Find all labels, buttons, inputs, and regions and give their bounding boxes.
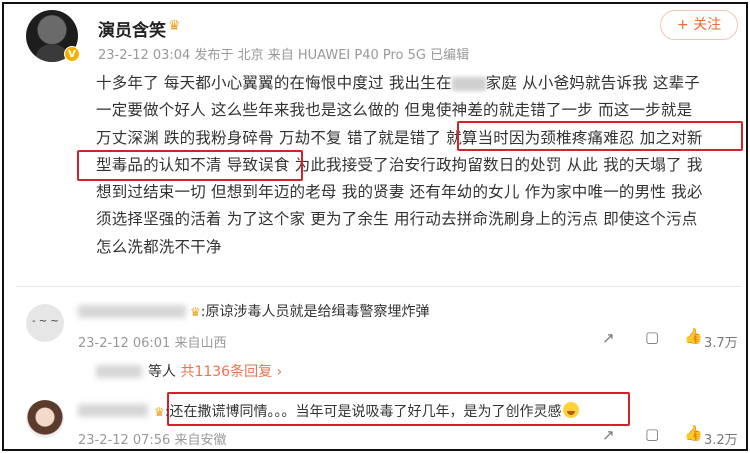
post-line: 十多年了 每天都小心翼翼的在悔恨中度过 我出生在 家庭 从小爸妈就告诉我 这辈子	[96, 74, 701, 92]
screenshot-frame: V 演员含笑 ♛ 23-2-12 03:04 发布于 北京 来自 HUAWEI …	[2, 2, 748, 451]
divider	[16, 286, 742, 287]
post-body: 十多年了 每天都小心翼翼的在悔恨中度过 我出生在 家庭 从小爸妈就告诉我 这辈子 …	[96, 70, 746, 261]
like-icon[interactable]: 👍	[684, 424, 703, 442]
chevron-right-icon: ›	[276, 364, 283, 380]
comment-text: ♛:原谅涉毒人员就是给缉毒警察埋炸弹	[190, 304, 430, 320]
comment-icon[interactable]: ▢	[645, 328, 659, 346]
crown-icon: ♛	[168, 18, 181, 34]
commenter-name-redacted	[78, 305, 186, 318]
commenter-avatar[interactable]	[26, 400, 64, 438]
share-icon[interactable]: ↗	[602, 329, 615, 347]
replier-name-redacted	[96, 365, 142, 378]
post-line: 万丈深渊 跌的我粉身碎骨 万劫不复 错了就是错了 就算当时因为颈椎疼痛难忍 加之…	[96, 128, 703, 147]
post-meta: 23-2-12 03:04 发布于 北京 来自 HUAWEI P40 Pro 5…	[98, 48, 470, 63]
follow-button[interactable]: + 关注	[660, 10, 738, 40]
crown-icon: ♛	[190, 305, 201, 319]
commenter-avatar[interactable]	[26, 304, 64, 342]
redacted-text	[451, 76, 486, 91]
verified-badge-icon: V	[64, 46, 80, 62]
post-line: 怎么洗都洗不干净	[96, 237, 222, 256]
comment-icon[interactable]: ▢	[645, 425, 659, 443]
post-line: 一定要做个好人 这么些年来我也是这么做的 但鬼使神差的就走错了一步 而这一步就是	[96, 101, 693, 120]
commenter-name-redacted	[78, 404, 148, 417]
author-name[interactable]: 演员含笑	[98, 16, 166, 41]
post-line: 型毒品的认知不清 导致误食 为此我接受了治安行政拘留数日的处罚 从此 我的天塌了…	[96, 155, 703, 174]
comment-text: ♛:还在撒谎博同情。。。当年可是说吸毒了好几年，是为了创作灵感	[154, 401, 580, 421]
post-line: 想到过结束一切 但想到年迈的老母 我的贤妻 还有年幼的女儿 作为家中唯一的男性 …	[96, 183, 703, 202]
post-line: 须选择坚强的活着 为了这个家 更为了余生 用行动去拼命洗刷身上的污点 即使这个污…	[96, 210, 698, 229]
like-count: 3.2万	[704, 433, 738, 448]
like-count: 3.7万	[704, 336, 738, 351]
like-icon[interactable]: 👍	[684, 327, 703, 345]
crown-icon: ♛	[154, 405, 165, 419]
comment-meta: 23-2-12 07:56 来自安徽	[78, 433, 227, 448]
emoji-icon	[563, 402, 580, 418]
share-icon[interactable]: ↗	[602, 426, 615, 444]
replies-summary[interactable]: 等人 共1136条回复 ›	[148, 361, 282, 381]
comment-meta: 23-2-12 06:01 来自山西	[78, 336, 227, 351]
replies-link[interactable]: 共1136条回复	[180, 364, 272, 380]
